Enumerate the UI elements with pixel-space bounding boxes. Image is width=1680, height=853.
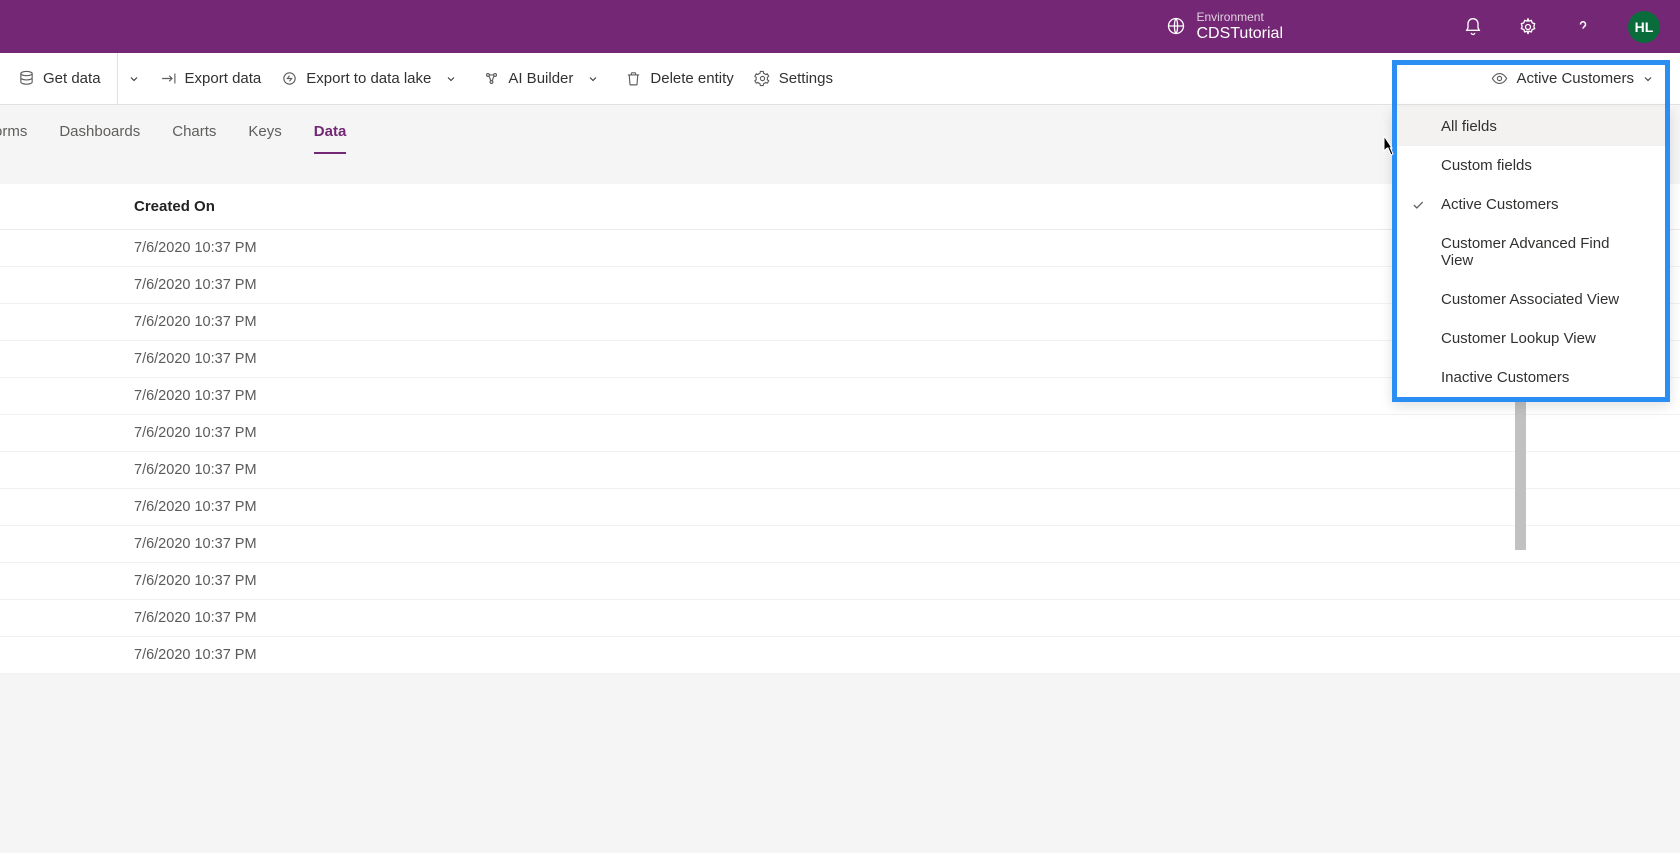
tab-forms[interactable]: orms (0, 123, 27, 154)
delete-entity-label: Delete entity (650, 70, 733, 87)
database-icon (18, 70, 35, 87)
chevron-down-icon (581, 73, 605, 85)
view-option-active-customers[interactable]: Active Customers (1397, 185, 1665, 224)
chevron-down-icon (1642, 73, 1654, 85)
export-data-label: Export data (185, 70, 262, 87)
settings-label: Settings (779, 70, 833, 87)
view-option-label: Active Customers (1441, 196, 1559, 213)
lake-icon (281, 70, 298, 87)
export-data-button[interactable]: Export data (150, 53, 272, 104)
table-row[interactable]: 7/6/2020 10:37 PM (0, 637, 1680, 674)
table-row[interactable]: 7/6/2020 10:37 PM (0, 600, 1680, 637)
tab-charts[interactable]: Charts (172, 123, 216, 154)
tab-dashboards[interactable]: Dashboards (59, 123, 140, 154)
avatar[interactable]: HL (1628, 11, 1660, 43)
view-option-custom-fields[interactable]: Custom fields (1397, 146, 1665, 185)
view-option-label: All fields (1441, 118, 1497, 135)
view-option-advanced-find[interactable]: Customer Advanced Find View (1397, 224, 1665, 280)
trash-icon (625, 70, 642, 87)
view-option-inactive[interactable]: Inactive Customers (1397, 358, 1665, 397)
table-row[interactable]: 7/6/2020 10:37 PM (0, 415, 1680, 452)
table-row[interactable]: 7/6/2020 10:37 PM (0, 489, 1680, 526)
avatar-initials: HL (1635, 19, 1654, 35)
environment-text: Environment CDSTutorial (1196, 10, 1283, 44)
table-row[interactable]: 7/6/2020 10:37 PM (0, 563, 1680, 600)
view-option-associated[interactable]: Customer Associated View (1397, 280, 1665, 319)
command-bar: Get data Export data Export to data lake… (0, 53, 1680, 105)
tab-data[interactable]: Data (314, 123, 347, 154)
tab-keys[interactable]: Keys (248, 123, 281, 154)
gear-icon[interactable] (1518, 17, 1538, 37)
view-option-label: Custom fields (1441, 157, 1532, 174)
ai-builder-button[interactable]: AI Builder (473, 53, 615, 104)
eye-icon (1491, 70, 1508, 87)
export-lake-button[interactable]: Export to data lake (271, 53, 473, 104)
chevron-down-icon (439, 73, 463, 85)
header-actions: HL (1463, 11, 1660, 43)
view-selector-label: Active Customers (1516, 70, 1634, 87)
check-icon (1411, 198, 1425, 212)
get-data-label: Get data (43, 70, 101, 87)
export-icon (160, 70, 177, 87)
ai-icon (483, 70, 500, 87)
get-data-button[interactable]: Get data (8, 53, 150, 104)
get-data-chevron[interactable] (117, 53, 150, 104)
settings-button[interactable]: Settings (744, 53, 843, 104)
view-option-all-fields[interactable]: All fields (1397, 107, 1665, 146)
ai-builder-label: AI Builder (508, 70, 573, 87)
table-row[interactable]: 7/6/2020 10:37 PM (0, 452, 1680, 489)
view-selector[interactable]: Active Customers (1477, 53, 1668, 104)
help-icon[interactable] (1573, 17, 1593, 37)
view-option-label: Inactive Customers (1441, 369, 1569, 386)
app-header: Environment CDSTutorial HL (0, 0, 1680, 53)
environment-selector[interactable]: Environment CDSTutorial (1166, 10, 1283, 44)
view-option-lookup[interactable]: Customer Lookup View (1397, 319, 1665, 358)
view-option-label: Customer Advanced Find View (1441, 235, 1645, 269)
notifications-icon[interactable] (1463, 17, 1483, 37)
view-option-label: Customer Lookup View (1441, 330, 1596, 347)
export-lake-label: Export to data lake (306, 70, 431, 87)
view-option-label: Customer Associated View (1441, 291, 1619, 308)
globe-icon (1166, 16, 1186, 36)
gear-icon (754, 70, 771, 87)
table-row[interactable]: 7/6/2020 10:37 PM (0, 526, 1680, 563)
environment-label: Environment (1196, 10, 1283, 24)
environment-name: CDSTutorial (1196, 24, 1283, 43)
view-dropdown: All fields Custom fields Active Customer… (1392, 107, 1670, 402)
delete-entity-button[interactable]: Delete entity (615, 53, 743, 104)
